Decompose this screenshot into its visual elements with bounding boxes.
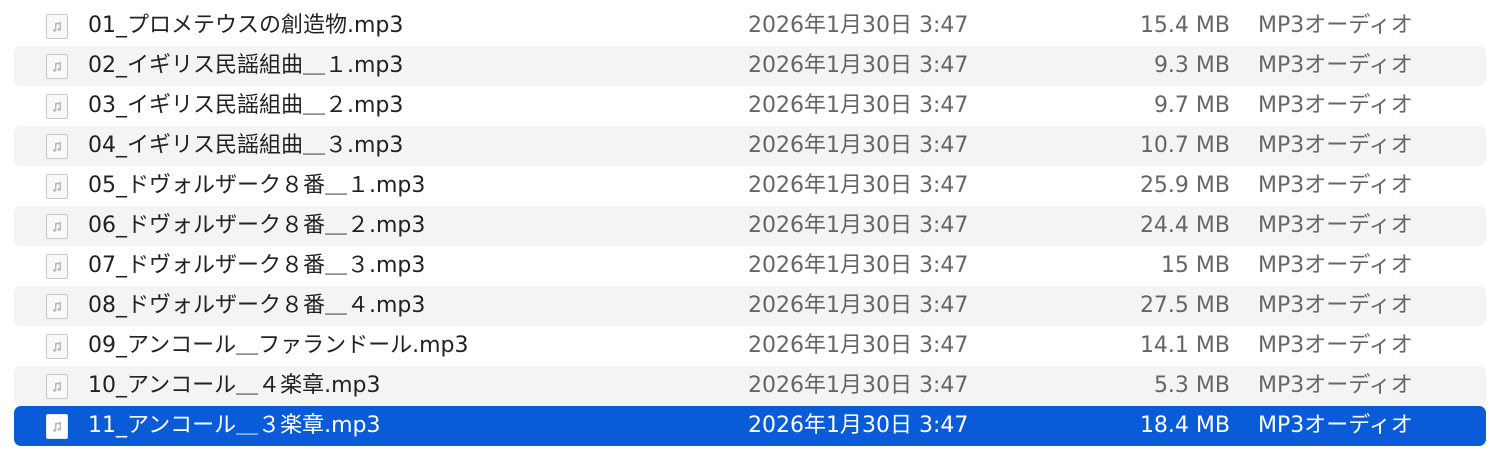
file-size: 15 MB <box>1160 253 1230 278</box>
modified-date: 2026年1月30日 3:47 <box>748 293 969 318</box>
file-name: 11_アンコール＿３楽章.mp3 <box>88 413 381 438</box>
file-kind: MP3オーディオ <box>1258 13 1413 38</box>
file-name: 05_ドヴォルザーク８番＿１.mp3 <box>88 173 426 198</box>
file-size: 24.4 MB <box>1139 213 1230 238</box>
file-name: 03_イギリス民謡組曲＿２.mp3 <box>88 93 404 118</box>
audio-file-icon <box>46 14 68 39</box>
file-row[interactable]: 05_ドヴォルザーク８番＿１.mp3 2026年1月30日 3:47 25.9 … <box>14 166 1486 206</box>
file-row[interactable]: 10_アンコール＿４楽章.mp3 2026年1月30日 3:47 5.3 MB … <box>14 366 1486 406</box>
file-row[interactable]: 09_アンコール＿ファランドール.mp3 2026年1月30日 3:47 14.… <box>14 326 1486 366</box>
file-kind: MP3オーディオ <box>1258 253 1413 278</box>
file-row[interactable]: 02_イギリス民謡組曲＿１.mp3 2026年1月30日 3:47 9.3 MB… <box>14 46 1486 86</box>
modified-date: 2026年1月30日 3:47 <box>748 53 969 78</box>
file-row[interactable]: 01_プロメテウスの創造物.mp3 2026年1月30日 3:47 15.4 M… <box>14 6 1486 46</box>
file-row[interactable]: 08_ドヴォルザーク８番＿４.mp3 2026年1月30日 3:47 27.5 … <box>14 286 1486 326</box>
file-size: 25.9 MB <box>1139 173 1230 198</box>
file-size: 14.1 MB <box>1139 333 1230 358</box>
modified-date: 2026年1月30日 3:47 <box>748 253 969 278</box>
audio-file-icon <box>46 294 68 319</box>
file-kind: MP3オーディオ <box>1258 173 1413 198</box>
modified-date: 2026年1月30日 3:47 <box>748 13 969 38</box>
modified-date: 2026年1月30日 3:47 <box>748 93 969 118</box>
file-kind: MP3オーディオ <box>1258 133 1413 158</box>
modified-date: 2026年1月30日 3:47 <box>748 333 969 358</box>
file-name: 01_プロメテウスの創造物.mp3 <box>88 13 404 38</box>
modified-date: 2026年1月30日 3:47 <box>748 213 969 238</box>
file-size: 10.7 MB <box>1139 133 1230 158</box>
file-name: 02_イギリス民謡組曲＿１.mp3 <box>88 53 404 78</box>
file-row[interactable]: 06_ドヴォルザーク８番＿２.mp3 2026年1月30日 3:47 24.4 … <box>14 206 1486 246</box>
file-name: 10_アンコール＿４楽章.mp3 <box>88 373 381 398</box>
file-size: 9.7 MB <box>1153 93 1230 118</box>
audio-file-icon <box>46 254 68 279</box>
file-kind: MP3オーディオ <box>1258 373 1413 398</box>
file-size: 15.4 MB <box>1139 13 1230 38</box>
file-row[interactable]: 03_イギリス民謡組曲＿２.mp3 2026年1月30日 3:47 9.7 MB… <box>14 86 1486 126</box>
modified-date: 2026年1月30日 3:47 <box>748 133 969 158</box>
audio-file-icon <box>46 374 68 399</box>
file-row[interactable]: 07_ドヴォルザーク８番＿３.mp3 2026年1月30日 3:47 15 MB… <box>14 246 1486 286</box>
file-row-selected[interactable]: 11_アンコール＿３楽章.mp3 2026年1月30日 3:47 18.4 MB… <box>14 406 1486 446</box>
file-name: 09_アンコール＿ファランドール.mp3 <box>88 333 469 358</box>
file-list[interactable]: 01_プロメテウスの創造物.mp3 2026年1月30日 3:47 15.4 M… <box>0 6 1506 446</box>
file-kind: MP3オーディオ <box>1258 93 1413 118</box>
file-name: 08_ドヴォルザーク８番＿４.mp3 <box>88 293 426 318</box>
audio-file-icon <box>46 134 68 159</box>
file-size: 9.3 MB <box>1153 53 1230 78</box>
audio-file-icon <box>46 174 68 199</box>
audio-file-icon <box>46 214 68 239</box>
file-kind: MP3オーディオ <box>1258 53 1413 78</box>
audio-file-icon <box>46 94 68 119</box>
file-kind: MP3オーディオ <box>1258 293 1413 318</box>
file-size: 5.3 MB <box>1153 373 1230 398</box>
audio-file-icon <box>46 334 68 359</box>
audio-file-icon <box>46 414 68 439</box>
modified-date: 2026年1月30日 3:47 <box>748 413 969 438</box>
file-size: 27.5 MB <box>1139 293 1230 318</box>
file-kind: MP3オーディオ <box>1258 333 1413 358</box>
file-kind: MP3オーディオ <box>1258 413 1413 438</box>
modified-date: 2026年1月30日 3:47 <box>748 173 969 198</box>
modified-date: 2026年1月30日 3:47 <box>748 373 969 398</box>
file-kind: MP3オーディオ <box>1258 213 1413 238</box>
file-name: 07_ドヴォルザーク８番＿３.mp3 <box>88 253 426 278</box>
audio-file-icon <box>46 54 68 79</box>
file-name: 06_ドヴォルザーク８番＿２.mp3 <box>88 213 426 238</box>
file-row[interactable]: 04_イギリス民謡組曲＿３.mp3 2026年1月30日 3:47 10.7 M… <box>14 126 1486 166</box>
file-size: 18.4 MB <box>1139 413 1230 438</box>
file-name: 04_イギリス民謡組曲＿３.mp3 <box>88 133 404 158</box>
